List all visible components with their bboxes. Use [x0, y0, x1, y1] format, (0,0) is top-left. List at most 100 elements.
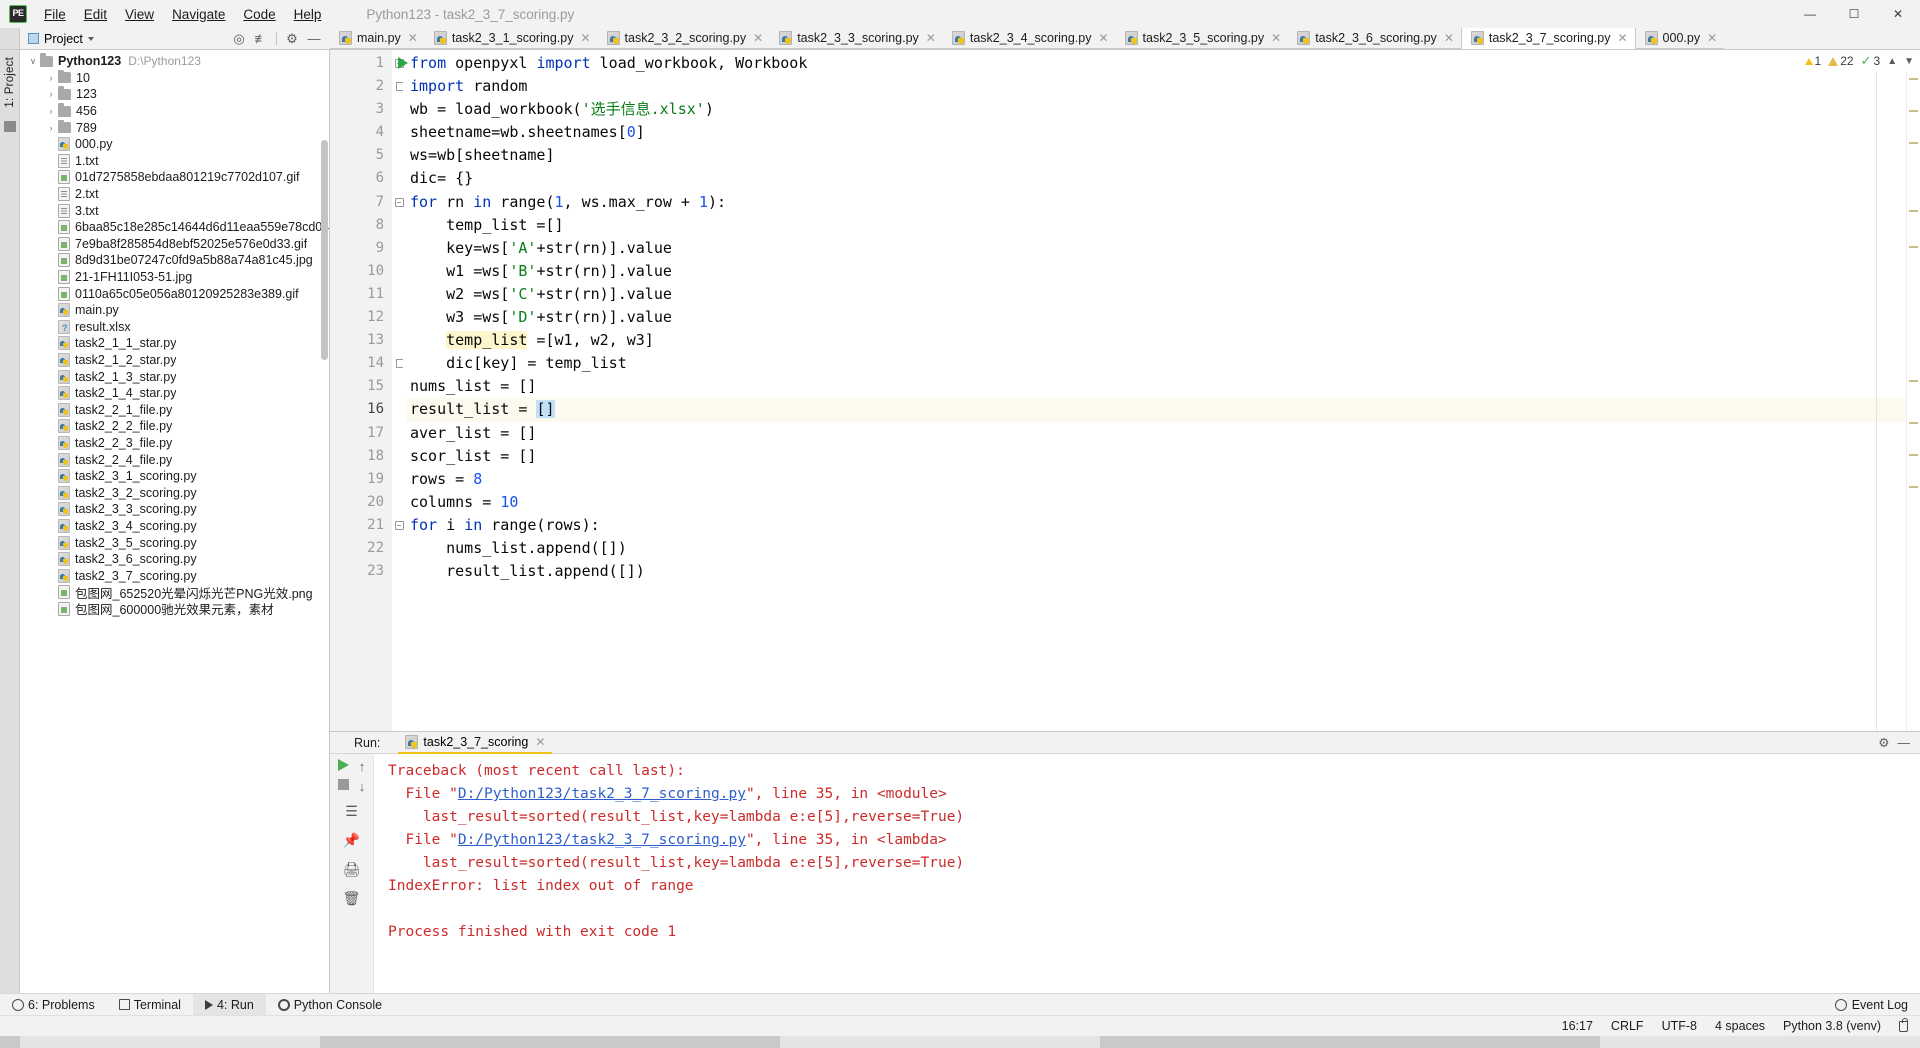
collapse-all-icon[interactable]: ≢: [251, 30, 271, 48]
code-line[interactable]: result_list.append([]): [406, 560, 1906, 583]
menu-navigate[interactable]: Navigate: [163, 4, 234, 25]
tree-item-file[interactable]: task2_3_5_scoring.py: [20, 534, 329, 551]
menu-file[interactable]: File: [35, 4, 75, 25]
tree-item-file[interactable]: task2_3_6_scoring.py: [20, 551, 329, 568]
code-line[interactable]: from openpyxl import load_workbook, Work…: [406, 52, 1906, 75]
tree-item-folder[interactable]: › 456: [20, 103, 329, 120]
collapse-arrow-icon[interactable]: ›: [44, 73, 58, 83]
tree-item-file[interactable]: task2_1_4_star.py: [20, 385, 329, 402]
close-icon[interactable]: ✕: [580, 31, 590, 45]
code-line[interactable]: nums_list = []: [406, 375, 1906, 398]
tree-item-file[interactable]: task2_1_2_star.py: [20, 352, 329, 369]
menu-view[interactable]: View: [116, 4, 163, 25]
structure-icon[interactable]: [3, 120, 16, 132]
status-terminal[interactable]: Terminal: [107, 994, 193, 1016]
console-file-link-line[interactable]: File "D:/Python123/task2_3_7_scoring.py"…: [388, 829, 1920, 852]
caret-position[interactable]: 16:17: [1562, 1019, 1593, 1033]
tree-item-file[interactable]: 1.txt: [20, 153, 329, 170]
tree-item-folder[interactable]: › 123: [20, 86, 329, 103]
editor-tab[interactable]: task2_3_1_scoring.py ✕: [424, 28, 598, 49]
tree-item-file[interactable]: 01d7275858ebdaa801219c7702d107.gif: [20, 169, 329, 186]
file-encoding[interactable]: UTF-8: [1662, 1019, 1697, 1033]
minimize-button[interactable]: —: [1788, 0, 1832, 28]
tree-item-file[interactable]: main.py: [20, 302, 329, 319]
fold-collapse-icon[interactable]: −: [394, 197, 404, 207]
code-line[interactable]: temp_list =[]: [406, 214, 1906, 237]
error-stripe[interactable]: [1906, 50, 1920, 731]
fold-region-end-icon[interactable]: [395, 82, 403, 92]
menu-code[interactable]: Code: [234, 4, 284, 25]
inspection-widget[interactable]: 1 22 ✓ 3 ▲ ▼: [1790, 50, 1920, 72]
tree-item-file[interactable]: task2_1_1_star.py: [20, 335, 329, 352]
expand-arrow-icon[interactable]: ∨: [26, 56, 40, 67]
code-line[interactable]: result_list = []: [406, 398, 1906, 422]
crosshair-icon[interactable]: ◎: [229, 30, 249, 48]
tree-item-file[interactable]: task2_3_7_scoring.py: [20, 567, 329, 584]
close-icon[interactable]: ✕: [1617, 31, 1627, 45]
status-python-console[interactable]: Python Console: [266, 994, 394, 1016]
editor-tab[interactable]: task2_3_4_scoring.py ✕: [942, 28, 1116, 49]
menu-edit[interactable]: Edit: [75, 4, 116, 25]
collapse-arrow-icon[interactable]: ›: [44, 89, 58, 99]
tree-item-file[interactable]: task2_2_2_file.py: [20, 418, 329, 435]
close-icon[interactable]: ✕: [1271, 31, 1281, 45]
tree-item-root[interactable]: ∨ Python123 D:\Python123: [20, 53, 329, 70]
gear-icon-run[interactable]: ⚙: [1878, 735, 1889, 750]
tree-item-file[interactable]: 8d9d31be07247c0fd9a5b88a74a81c45.jpg: [20, 252, 329, 269]
soft-wrap-icon[interactable]: ☰: [339, 799, 365, 823]
close-icon[interactable]: ✕: [1444, 31, 1454, 45]
tree-item-file[interactable]: task2_3_2_scoring.py: [20, 484, 329, 501]
bottom-scroll-bar[interactable]: [0, 1036, 1920, 1048]
tree-item-file[interactable]: result.xlsx: [20, 319, 329, 336]
scroll-up-icon[interactable]: ↑: [359, 759, 366, 774]
minimize-panel-icon[interactable]: —: [304, 30, 324, 48]
code-text[interactable]: from openpyxl import load_workbook, Work…: [406, 50, 1906, 731]
status-problems[interactable]: 6: Problems: [0, 994, 107, 1016]
tree-item-file[interactable]: task2_1_3_star.py: [20, 368, 329, 385]
code-line[interactable]: w2 =ws['C'+str(rn)].value: [406, 283, 1906, 306]
code-line[interactable]: key=ws['A'+str(rn)].value: [406, 237, 1906, 260]
run-console-output[interactable]: Traceback (most recent call last): File …: [374, 754, 1920, 993]
code-line[interactable]: for rn in range(1, ws.max_row + 1):: [406, 191, 1906, 214]
rerun-icon[interactable]: [337, 759, 349, 771]
pin-icon[interactable]: 📌: [339, 828, 365, 852]
print-icon[interactable]: 🖨: [339, 857, 365, 881]
tree-item-file[interactable]: 21-1FH11I053-51.jpg: [20, 269, 329, 286]
console-file-link-line[interactable]: File "D:/Python123/task2_3_7_scoring.py"…: [388, 783, 1920, 806]
tree-item-folder[interactable]: › 10: [20, 69, 329, 87]
trash-icon[interactable]: 🗑: [339, 886, 365, 910]
code-line[interactable]: nums_list.append([]): [406, 537, 1906, 560]
status-event-log-label[interactable]: Event Log: [1852, 998, 1908, 1012]
tree-item-file[interactable]: 包图网_652520光晕闪烁光芒PNG光效.png: [20, 584, 329, 601]
chevron-up-icon[interactable]: ▲: [1887, 56, 1897, 67]
line-separator[interactable]: CRLF: [1611, 1019, 1644, 1033]
close-icon[interactable]: ✕: [1098, 31, 1108, 45]
close-button[interactable]: ✕: [1876, 0, 1920, 28]
sidebar-item-project[interactable]: 1: Project: [4, 54, 16, 111]
python-interpreter[interactable]: Python 3.8 (venv): [1783, 1019, 1881, 1033]
editor-tab[interactable]: task2_3_5_scoring.py ✕: [1115, 28, 1289, 49]
code-line[interactable]: for i in range(rows):: [406, 514, 1906, 537]
close-icon[interactable]: ✕: [1707, 31, 1717, 45]
scroll-down-icon[interactable]: ↓: [359, 779, 366, 794]
code-line[interactable]: temp_list =[w1, w2, w3]: [406, 329, 1906, 352]
tree-item-file[interactable]: task2_2_4_file.py: [20, 451, 329, 468]
collapse-arrow-icon[interactable]: ›: [44, 106, 58, 116]
tree-item-folder[interactable]: › 789: [20, 119, 329, 136]
close-icon[interactable]: ✕: [926, 31, 936, 45]
editor-tab[interactable]: task2_3_6_scoring.py ✕: [1288, 28, 1461, 49]
code-editor[interactable]: 1 2 3 4 5 6 7 8 9 10 11 12 13 14 15 16 17 18 19 20 21 22 23 − −…: [330, 50, 1920, 731]
minimize-icon-run[interactable]: —: [1898, 736, 1911, 750]
code-line[interactable]: rows = 8: [406, 468, 1906, 491]
code-folding-column[interactable]: − − −: [392, 50, 406, 731]
menu-help[interactable]: Help: [285, 4, 331, 25]
code-line[interactable]: aver_list = []: [406, 422, 1906, 445]
chevron-down-icon-inspection[interactable]: ▼: [1904, 56, 1914, 67]
close-icon[interactable]: ✕: [535, 735, 545, 749]
tree-item-file[interactable]: 000.py: [20, 136, 329, 153]
code-line[interactable]: w3 =ws['D'+str(rn)].value: [406, 306, 1906, 329]
indent-setting[interactable]: 4 spaces: [1715, 1019, 1765, 1033]
tree-item-file[interactable]: task2_2_3_file.py: [20, 435, 329, 452]
tree-item-file[interactable]: 6baa85c18e285c14644d6d11eaa559e78cd0466d…: [20, 219, 329, 236]
maximize-button[interactable]: ☐: [1832, 0, 1876, 28]
